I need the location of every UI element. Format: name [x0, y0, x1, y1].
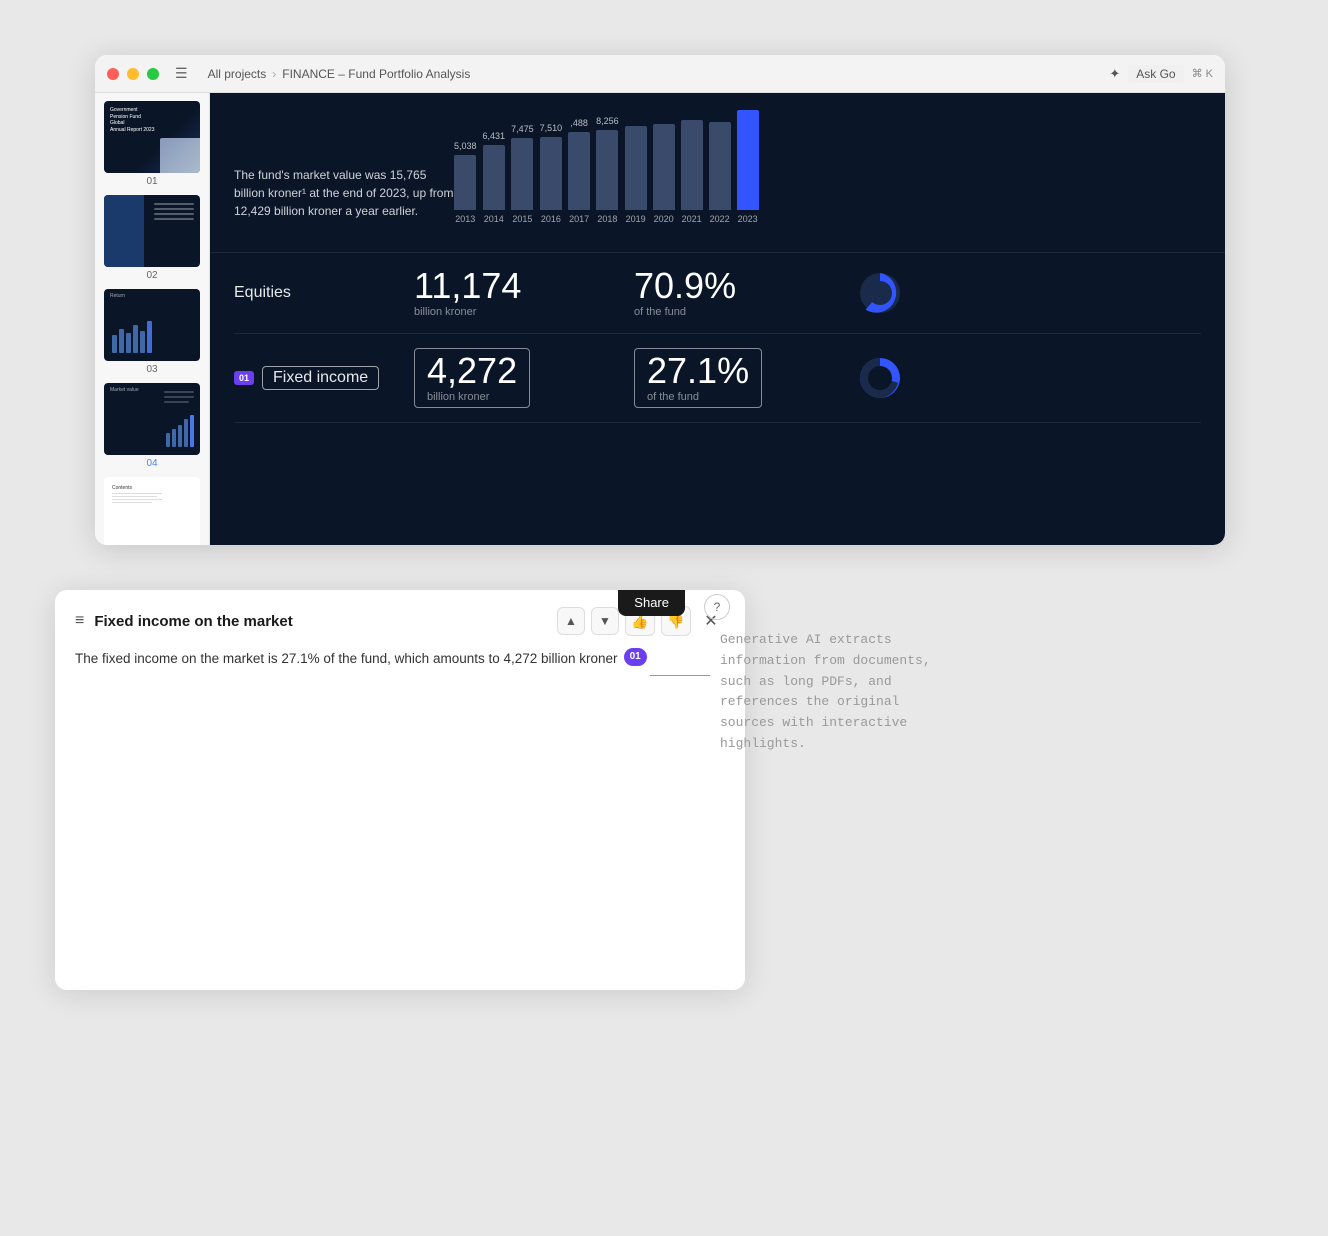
- equities-pie-chart: [854, 267, 906, 319]
- equities-value-block: 11,174 billion kroner: [414, 268, 614, 318]
- fixed-income-pie-chart: [854, 352, 906, 404]
- stats-section: Equities 11,174 billion kroner 70.9% of …: [210, 253, 1225, 423]
- fixed-income-unit: billion kroner: [427, 391, 517, 403]
- slide-label-01: 01: [146, 176, 157, 187]
- slide-thumb-02[interactable]: 02: [101, 195, 203, 281]
- fixed-income-percent-block: 27.1% of the fund: [634, 348, 834, 408]
- bar-2019: 2019: [625, 122, 647, 224]
- help-button[interactable]: ?: [704, 594, 730, 620]
- slide-img-03: Return: [104, 289, 200, 361]
- bar-2023: 2023: [737, 106, 759, 224]
- slide-label-03: 03: [146, 364, 157, 375]
- fixed-income-value-box: 4,272 billion kroner: [414, 348, 530, 408]
- fixed-income-percent-box: 27.1% of the fund: [634, 348, 762, 408]
- slide-sidebar: GovernmentPension FundGlobalAnnual Repor…: [95, 93, 210, 545]
- bar-2021: 2021: [681, 116, 703, 224]
- slide-img-02: [104, 195, 200, 267]
- bar-2018: 8,256 2018: [596, 116, 619, 224]
- top-window: ☰ All projects › FINANCE – Fund Portfoli…: [95, 55, 1225, 545]
- star-icon: ✦: [1109, 66, 1120, 82]
- ask-go-area: ✦ Ask Go ⌘ K: [1109, 65, 1213, 83]
- bar-chart: 5,038 2013 6,431 2014 7,475 2015: [454, 106, 1201, 244]
- minimize-window-btn[interactable]: [127, 68, 139, 80]
- bar-2013: 5,038 2013: [454, 141, 477, 224]
- bar-2020: 2020: [653, 120, 675, 224]
- bar-2015: 7,475 2015: [511, 124, 534, 224]
- bar-2017: ,488 2017: [568, 118, 590, 224]
- annotation-line: [650, 675, 710, 676]
- breadcrumb-current[interactable]: FINANCE – Fund Portfolio Analysis: [282, 67, 470, 81]
- share-button[interactable]: Share: [618, 590, 685, 616]
- ai-panel-text: The fixed income on the market is 27.1% …: [75, 648, 618, 670]
- breadcrumb-separator: ›: [272, 67, 276, 81]
- shortcut-badge: ⌘ K: [1192, 67, 1213, 80]
- equities-percent-block: 70.9% of the fund: [634, 268, 834, 318]
- titlebar: ☰ All projects › FINANCE – Fund Portfoli…: [95, 55, 1225, 93]
- maximize-window-btn[interactable]: [147, 68, 159, 80]
- fixed-income-percent-label: of the fund: [647, 391, 749, 403]
- slide-thumb-03[interactable]: Return 03: [101, 289, 203, 375]
- annotation-text: Generative AI extractsinformation from d…: [710, 630, 1110, 755]
- main-content: The fund's market value was 15,765 billi…: [210, 93, 1225, 545]
- chart-description: The fund's market value was 15,765 billi…: [234, 166, 454, 244]
- nav-up-button[interactable]: ▲: [557, 607, 585, 635]
- sidebar-toggle-icon[interactable]: ☰: [175, 65, 188, 82]
- chart-section: The fund's market value was 15,765 billi…: [210, 93, 1225, 253]
- bar-2016: 7,510 2016: [540, 123, 563, 224]
- equities-label: Equities: [234, 284, 394, 302]
- equities-unit: billion kroner: [414, 306, 614, 318]
- equities-percent: 70.9%: [634, 268, 834, 304]
- nav-down-button[interactable]: ▼: [591, 607, 619, 635]
- ai-reference-badge[interactable]: 01: [624, 648, 647, 666]
- ask-go-button[interactable]: Ask Go: [1128, 65, 1183, 83]
- fixed-income-badge: 01: [234, 371, 254, 385]
- ai-panel-body: The fixed income on the market is 27.1% …: [75, 648, 725, 670]
- bar-2022: 2022: [709, 118, 731, 224]
- slide-thumb-04[interactable]: Market value 04: [101, 383, 203, 469]
- ai-panel-title: Fixed income on the market: [94, 613, 547, 630]
- side-annotation: Generative AI extractsinformation from d…: [710, 630, 1110, 755]
- slide-img-05: Contents: [104, 477, 200, 545]
- fixed-income-percent: 27.1%: [647, 353, 749, 389]
- slide-thumb-05[interactable]: Contents: [101, 477, 203, 545]
- bar-2014: 6,431 2014: [483, 131, 506, 224]
- bottom-panel: Share ? ≡ Fixed income on the market ▲ ▼…: [55, 590, 745, 990]
- fixed-income-row: 01 Fixed income 4,272 billion kroner 27.…: [234, 334, 1201, 423]
- close-window-btn[interactable]: [107, 68, 119, 80]
- slide-label-02: 02: [146, 270, 157, 281]
- window-body: GovernmentPension FundGlobalAnnual Repor…: [95, 93, 1225, 545]
- equities-percent-label: of the fund: [634, 306, 834, 318]
- slide-label-04: 04: [146, 458, 157, 469]
- equities-row: Equities 11,174 billion kroner 70.9% of …: [234, 253, 1201, 334]
- slide-img-01: GovernmentPension FundGlobalAnnual Repor…: [104, 101, 200, 173]
- fixed-income-label-area: 01 Fixed income: [234, 366, 394, 390]
- slide-img-04: Market value: [104, 383, 200, 455]
- equities-value: 11,174: [414, 268, 614, 304]
- list-icon: ≡: [75, 612, 84, 630]
- breadcrumb: All projects › FINANCE – Fund Portfolio …: [208, 67, 471, 81]
- fixed-income-value: 4,272: [427, 353, 517, 389]
- fixed-income-label: Fixed income: [262, 366, 379, 390]
- fixed-income-value-block: 4,272 billion kroner: [414, 348, 614, 408]
- breadcrumb-all-projects[interactable]: All projects: [208, 67, 267, 81]
- slide-thumb-01[interactable]: GovernmentPension FundGlobalAnnual Repor…: [101, 101, 203, 187]
